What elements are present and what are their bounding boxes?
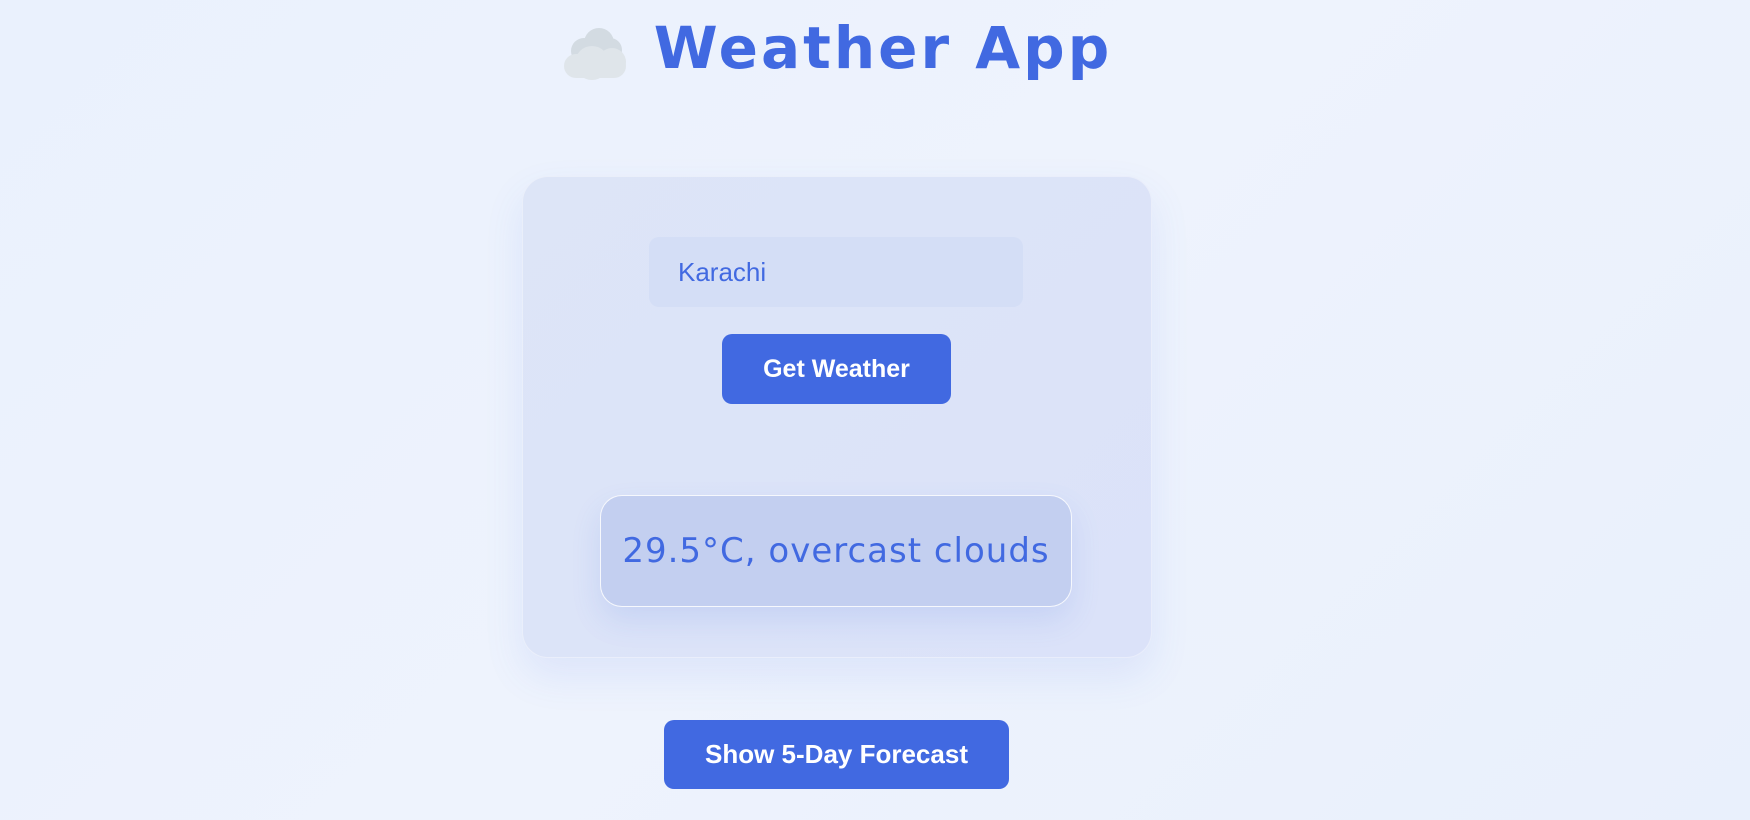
get-weather-button[interactable]: Get Weather xyxy=(722,334,951,404)
weather-card: Get Weather 29.5°C, overcast clouds xyxy=(522,176,1152,658)
city-input[interactable] xyxy=(649,237,1023,307)
weather-result-box: 29.5°C, overcast clouds xyxy=(600,495,1072,607)
weather-result-text: 29.5°C, overcast clouds xyxy=(622,531,1050,571)
cloud-icon xyxy=(562,22,628,80)
app-header: Weather App xyxy=(0,14,1674,82)
page-title: Weather App xyxy=(653,14,1113,82)
show-forecast-button[interactable]: Show 5-Day Forecast xyxy=(664,720,1009,789)
